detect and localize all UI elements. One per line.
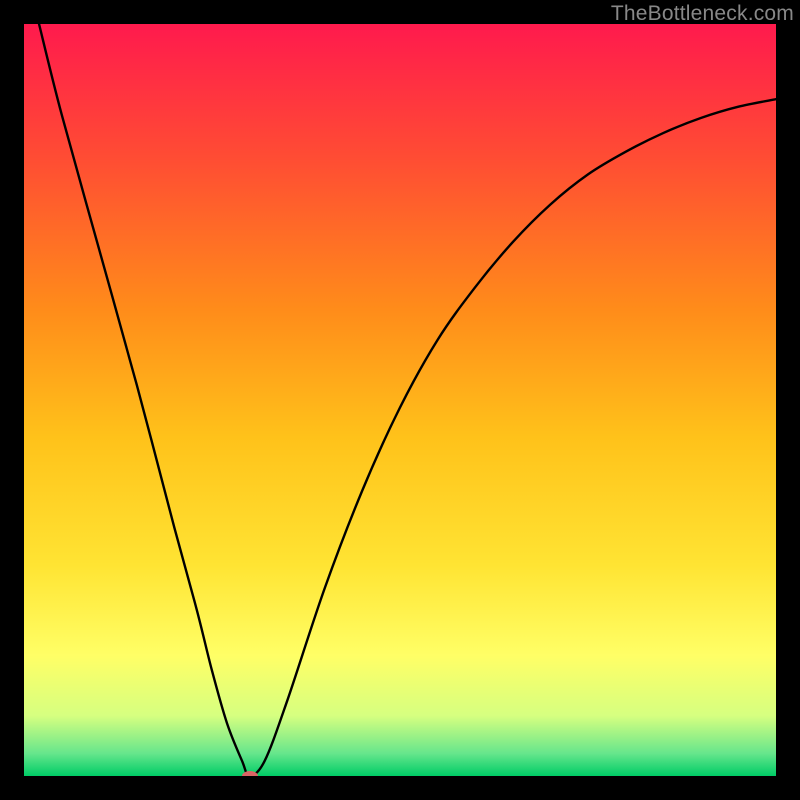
watermark-text: TheBottleneck.com (611, 2, 794, 26)
bottleneck-curve (39, 24, 776, 776)
curve-svg (24, 24, 776, 776)
minimum-marker-icon (242, 771, 258, 776)
chart-frame: TheBottleneck.com (0, 0, 800, 800)
plot-area (24, 24, 776, 776)
